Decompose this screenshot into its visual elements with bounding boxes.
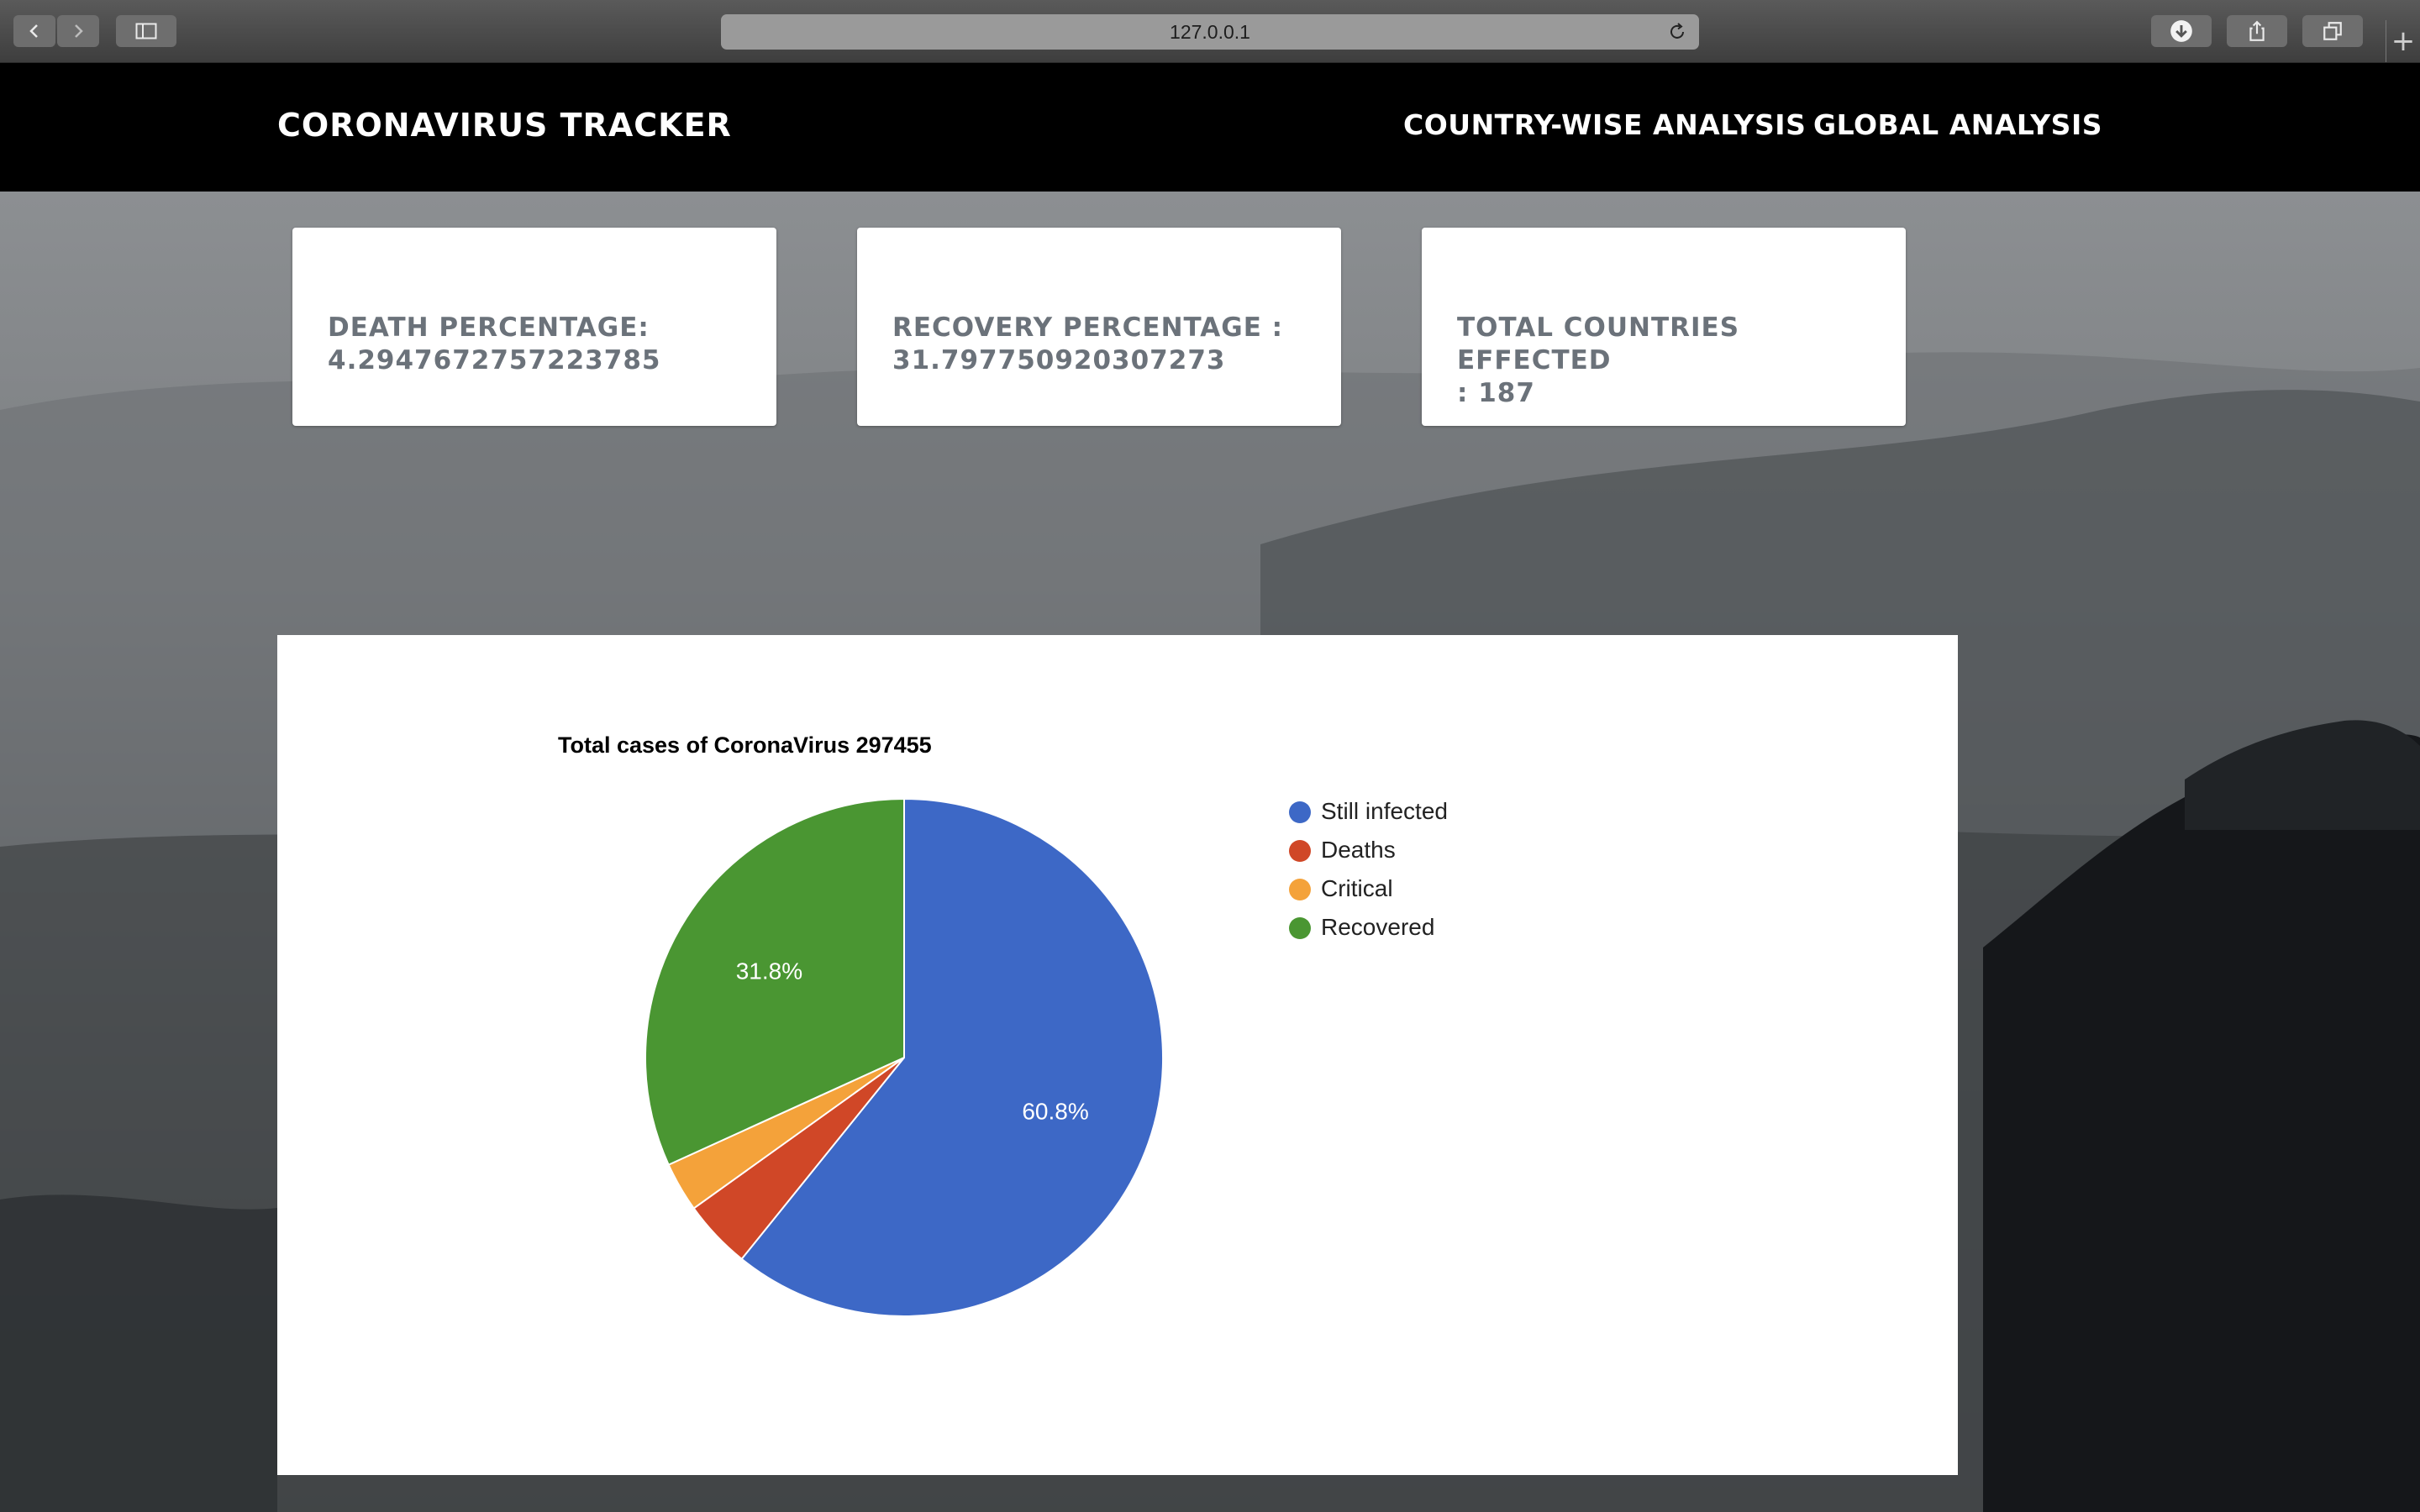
legend-swatch: [1289, 840, 1311, 862]
site-navbar: CORONAVIRUS TRACKER COUNTRY-WISE ANALYSI…: [0, 63, 2420, 192]
legend-swatch: [1289, 917, 1311, 939]
sidebar-toggle-button[interactable]: [116, 15, 176, 47]
browser-toolbar: 127.0.0.1 +: [0, 0, 2420, 63]
reload-icon[interactable]: [1667, 22, 1687, 42]
tabs-overview-button[interactable]: [2302, 15, 2363, 47]
recovery-percentage-label: RECOVERY PERCENTAGE :: [892, 312, 1284, 343]
downloads-button[interactable]: [2151, 15, 2212, 47]
countries-affected-card: TOTAL COUNTRIES EFFECTED : 187: [1422, 228, 1906, 426]
pie-label-recovered: 31.8%: [736, 958, 802, 984]
countries-affected-value: : 187: [1457, 378, 1535, 408]
pie-chart: 60.8% 31.8%: [644, 797, 1164, 1317]
recovery-percentage-value: 31.797750920307273: [892, 345, 1226, 375]
back-button[interactable]: [13, 15, 55, 47]
chevron-left-icon: [29, 24, 38, 38]
chevron-right-icon: [75, 24, 83, 38]
address-bar[interactable]: 127.0.0.1: [721, 14, 1699, 50]
legend-swatch: [1289, 801, 1311, 823]
death-percentage-label: DEATH PERCENTAGE:: [328, 312, 650, 343]
share-button[interactable]: [2227, 15, 2287, 47]
sidebar-icon: [135, 23, 157, 39]
legend-swatch: [1289, 879, 1311, 900]
nav-link-global-analysis[interactable]: GLOBAL ANALYSIS: [1813, 108, 2102, 141]
countries-affected-label: TOTAL COUNTRIES EFFECTED: [1457, 312, 1740, 375]
legend-label: Recovered: [1321, 914, 1435, 940]
death-percentage-value: 4.2947672757223785: [328, 345, 661, 375]
download-icon: [2170, 20, 2192, 42]
countries-affected-text: TOTAL COUNTRIES EFFECTED : 187: [1457, 312, 1877, 410]
pie-label-still-infected: 60.8%: [1022, 1099, 1088, 1125]
legend-label: Still infected: [1321, 798, 1448, 824]
site-brand[interactable]: CORONAVIRUS TRACKER: [277, 107, 732, 144]
legend-label: Deaths: [1321, 837, 1396, 863]
death-percentage-card: DEATH PERCENTAGE: 4.2947672757223785: [292, 228, 776, 426]
share-icon: [2249, 20, 2265, 41]
new-tab-button[interactable]: +: [2386, 20, 2420, 62]
recovery-percentage-text: RECOVERY PERCENTAGE : 31.797750920307273: [892, 312, 1313, 377]
death-percentage-text: DEATH PERCENTAGE: 4.2947672757223785: [328, 312, 748, 377]
url-text: 127.0.0.1: [1170, 20, 1250, 43]
legend-label: Critical: [1321, 875, 1393, 901]
nav-link-country-wise-analysis[interactable]: COUNTRY-WISE ANALYSIS: [1403, 108, 1806, 141]
chart-title: Total cases of CoronaVirus 297455: [558, 732, 932, 758]
pie-chart-panel: 60.8% 31.8% Total cases of CoronaVirus 29…: [277, 635, 1958, 1475]
recovery-percentage-card: RECOVERY PERCENTAGE : 31.797750920307273: [857, 228, 1341, 426]
forward-button[interactable]: [57, 15, 99, 47]
tabs-icon: [2323, 22, 2342, 40]
